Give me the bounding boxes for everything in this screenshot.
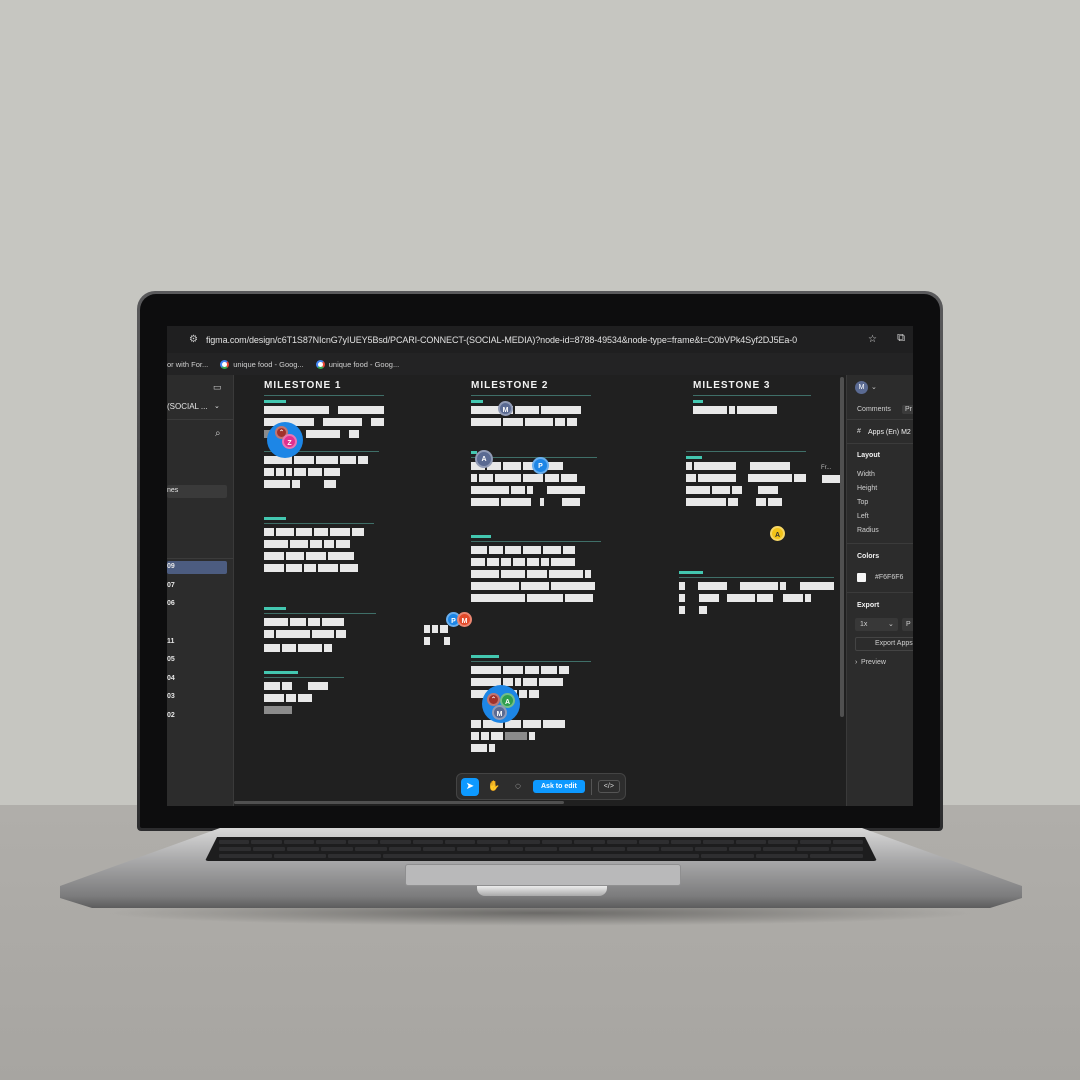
collaborator-cursor: M xyxy=(457,612,472,627)
bookmarks-bar: or with For... unique food - Goog... uni… xyxy=(167,353,913,375)
collaborator-cursor: Z xyxy=(282,434,297,449)
comment-tool-icon[interactable]: ◌ xyxy=(509,778,527,796)
top-field: Top xyxy=(857,499,869,506)
collaborator-cursor: M xyxy=(492,705,507,720)
radius-field: Radius xyxy=(857,527,879,534)
url-text[interactable]: figma.com/design/c6T1S87NIcnG7yIUEY5Bsd/… xyxy=(206,335,797,345)
toolbar-divider xyxy=(590,778,592,795)
left-field: Left xyxy=(857,513,869,520)
width-field: Width xyxy=(857,471,875,478)
bookmark-item[interactable]: unique food - Goog... xyxy=(220,359,304,369)
frame-label: Fr... xyxy=(821,465,832,471)
milestone-title: MILESTONE 3 xyxy=(693,380,771,391)
bottom-toolbar: ➤ ✋ ◌ Ask to edit </> xyxy=(456,773,626,800)
vertical-scrollbar[interactable] xyxy=(840,377,844,717)
frame-section[interactable] xyxy=(264,607,376,656)
frame-section[interactable] xyxy=(686,451,806,510)
chevron-down-icon[interactable]: ⌄ xyxy=(871,383,877,391)
export-button-label: Export Apps xyxy=(875,640,913,647)
star-icon[interactable]: ☆ xyxy=(868,334,877,345)
chevron-down-icon: ⌄ xyxy=(888,621,894,628)
layer-item[interactable]: 07 xyxy=(167,582,175,589)
layer-item[interactable]: 02 xyxy=(167,712,175,719)
layer-item[interactable]: 09 xyxy=(167,563,175,570)
collaborator-cursor: A xyxy=(475,450,493,468)
trackpad xyxy=(405,864,681,886)
frame-section[interactable] xyxy=(471,535,601,606)
milestone-title: MILESTONE 1 xyxy=(264,380,342,391)
bookmark-label: or with For... xyxy=(167,359,209,369)
frame-section[interactable] xyxy=(471,395,591,430)
dev-mode-button[interactable]: </> xyxy=(597,780,620,793)
browser-address-bar[interactable]: ⚙ figma.com/design/c6T1S87NIcnG7yIUEY5Bs… xyxy=(167,326,913,353)
bookmark-item[interactable]: unique food - Goog... xyxy=(315,359,400,369)
properties-panel: M ⌄ Comments Pr # Apps (En) M2 Layout Wi… xyxy=(846,375,913,806)
frame-thumb[interactable] xyxy=(822,475,840,487)
export-format-value: P xyxy=(906,621,911,628)
frame-section[interactable] xyxy=(264,671,344,718)
page-item-label: nes xyxy=(167,487,179,494)
extension-icon[interactable]: ⧉ xyxy=(897,332,905,345)
collaborator-cursor: A xyxy=(770,526,785,541)
google-icon xyxy=(220,359,230,369)
color-swatch[interactable] xyxy=(857,573,866,582)
height-field: Height xyxy=(857,485,878,492)
frame-section[interactable] xyxy=(693,395,811,418)
bookmark-label: unique food - Goog... xyxy=(233,359,304,369)
collaborator-cursor: P xyxy=(532,457,549,474)
chevron-right-icon[interactable]: › xyxy=(855,659,857,666)
lid-notch xyxy=(477,886,607,896)
milestone-title: MILESTONE 2 xyxy=(471,380,549,391)
color-value[interactable]: #F6F6F6 xyxy=(875,574,903,581)
bookmark-label: unique food - Goog... xyxy=(328,359,400,369)
horizontal-scrollbar[interactable] xyxy=(234,801,564,804)
keyboard xyxy=(205,837,877,861)
export-heading: Export xyxy=(857,602,880,609)
layer-item-selected[interactable] xyxy=(167,561,227,574)
layer-item[interactable]: 11 xyxy=(167,638,174,645)
frame-icon: # xyxy=(857,428,861,435)
frame-cluster[interactable] xyxy=(424,625,454,649)
chevron-down-icon[interactable]: ⌄ xyxy=(214,402,220,410)
frame-section[interactable] xyxy=(471,720,583,756)
hand-tool-icon[interactable]: ✋ xyxy=(485,778,503,796)
frame-section[interactable] xyxy=(679,571,835,618)
move-tool-icon[interactable]: ➤ xyxy=(461,777,479,796)
layout-heading: Layout xyxy=(857,452,880,459)
google-icon xyxy=(315,359,325,369)
tune-icon[interactable]: ⚙ xyxy=(189,334,198,345)
sidebar-toggle-icon[interactable]: ▭ xyxy=(213,382,222,393)
layer-item[interactable]: 05 xyxy=(167,656,175,663)
file-name[interactable]: (SOCIAL ... xyxy=(167,402,208,411)
bookmark-item[interactable]: or with For... xyxy=(167,360,208,369)
collaborator-cursor: M xyxy=(498,401,513,416)
colors-heading: Colors xyxy=(857,553,880,560)
frame-name: Apps (En) M2 xyxy=(868,429,911,436)
layer-item[interactable]: 04 xyxy=(167,675,175,682)
export-scale-value: 1x xyxy=(860,621,868,628)
ask-to-edit-button[interactable]: Ask to edit xyxy=(533,780,585,793)
tab-comments[interactable]: Comments xyxy=(857,406,891,413)
search-icon[interactable]: ⌕ xyxy=(215,428,221,439)
layer-item[interactable]: 06 xyxy=(167,600,175,607)
tab-properties[interactable]: Pr xyxy=(902,405,913,414)
frame-section[interactable] xyxy=(264,517,374,576)
design-canvas[interactable]: MILESTONE 1 MILESTONE 2 MILESTONE 3 Fr..… xyxy=(234,375,846,806)
avatar[interactable]: M xyxy=(855,381,868,394)
layer-item[interactable]: 03 xyxy=(167,693,175,700)
laptop-screen: ⚙ figma.com/design/c6T1S87NIcnG7yIUEY5Bs… xyxy=(167,326,913,806)
layers-panel: ▭ (SOCIAL ... ⌄ ⌕ nes 09 07 06 11 05 04 … xyxy=(167,375,234,806)
preview-toggle[interactable]: Preview xyxy=(861,659,886,666)
